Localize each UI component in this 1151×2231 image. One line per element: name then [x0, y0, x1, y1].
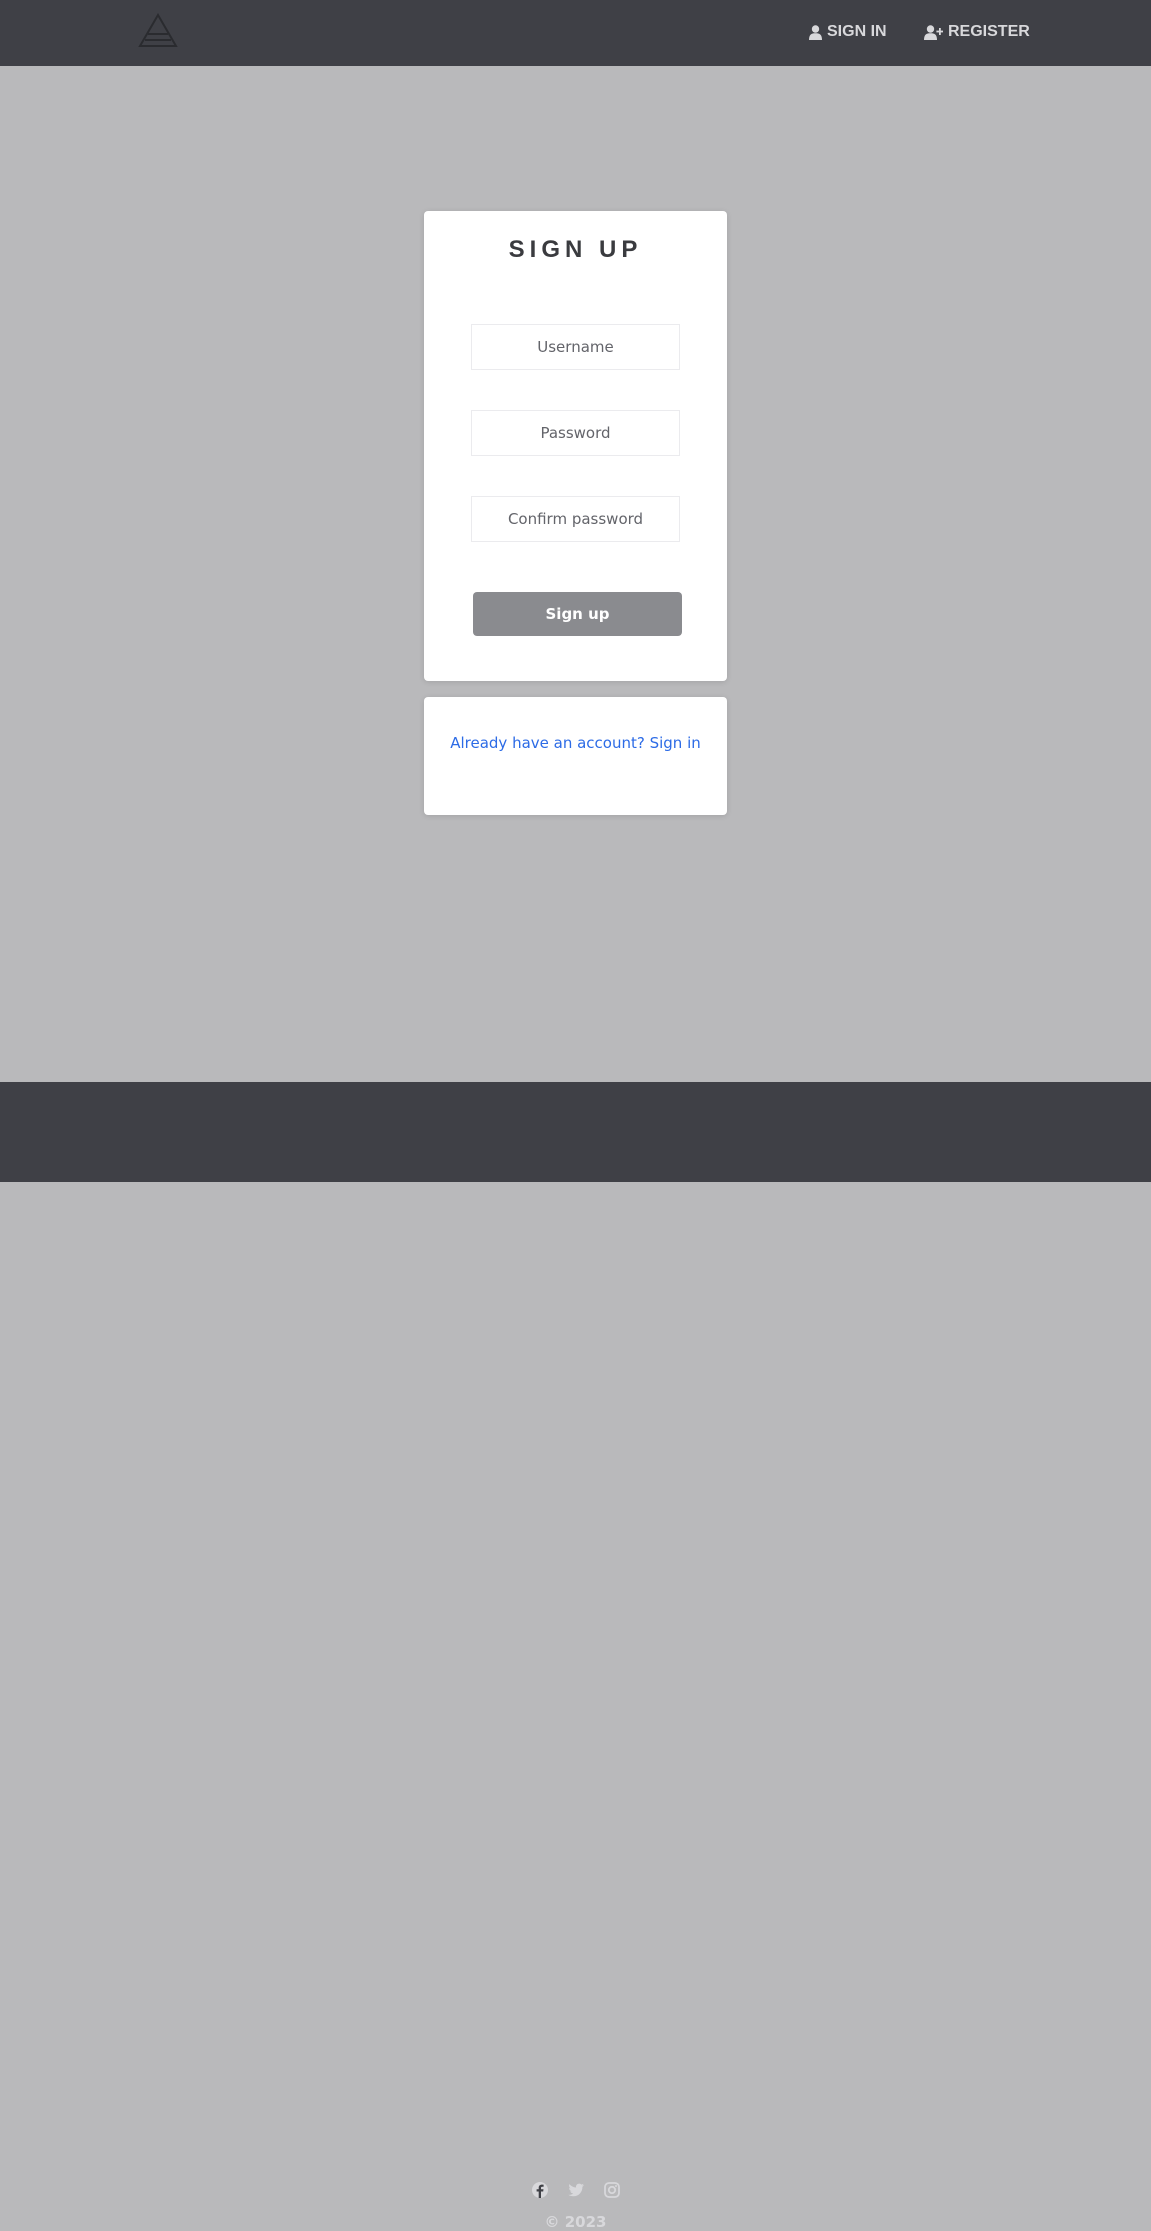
- nav-register-label: REGISTER: [948, 23, 1030, 40]
- nav-register-link[interactable]: REGISTER: [924, 21, 1030, 43]
- password-input[interactable]: [471, 410, 680, 456]
- nav-sign-in-label: SIGN IN: [827, 23, 887, 40]
- user-plus-icon: [924, 24, 943, 40]
- user-icon: [809, 24, 822, 40]
- copyright-text: © 2023: [544, 2213, 607, 2231]
- sign-up-button[interactable]: Sign up: [473, 592, 682, 636]
- confirm-password-input[interactable]: [471, 496, 680, 542]
- sign-in-link[interactable]: Already have an account? Sign in: [450, 731, 701, 755]
- facebook-icon[interactable]: [531, 2181, 549, 2199]
- username-input[interactable]: [471, 324, 680, 370]
- signin-prompt-card: [424, 697, 727, 815]
- twitter-icon[interactable]: [567, 2181, 585, 2199]
- footer: © 2023: [0, 1082, 1151, 2231]
- nav-sign-in-link[interactable]: SIGN IN: [809, 21, 887, 43]
- navbar: SIGN IN REGISTER: [0, 0, 1151, 66]
- instagram-icon[interactable]: [603, 2181, 621, 2199]
- page-title: SIGN UP: [508, 236, 643, 263]
- triangle-logo-icon[interactable]: [138, 13, 178, 49]
